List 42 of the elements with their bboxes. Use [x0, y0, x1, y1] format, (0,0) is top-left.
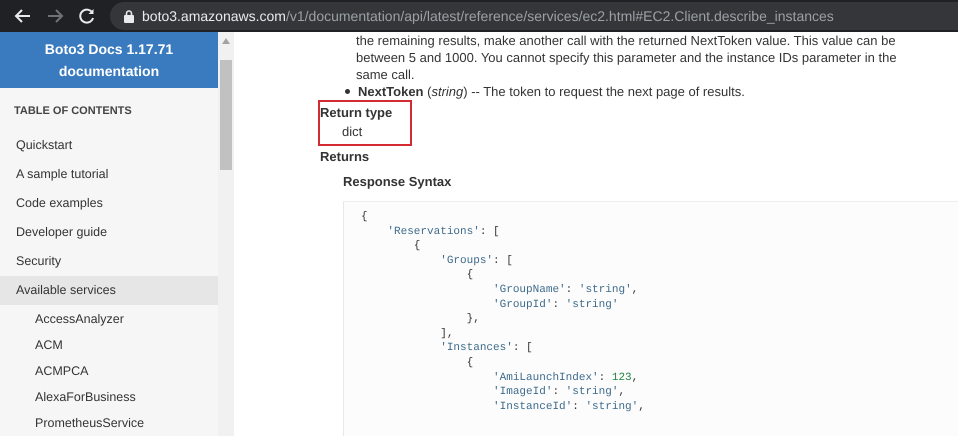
- scrollbar-thumb[interactable]: [220, 60, 232, 170]
- code-line: {: [412, 239, 422, 254]
- code-line: 'AmiLaunchIndex': 123,: [492, 370, 640, 386]
- toc-link[interactable]: Quickstart: [0, 131, 218, 160]
- return-type-label: Return type: [320, 104, 392, 122]
- code-line: 'InstanceId': 'string',: [492, 400, 646, 414]
- toc-link[interactable]: ACM: [0, 331, 218, 360]
- bullet-icon: [345, 89, 350, 94]
- forward-arrow-icon[interactable]: [46, 7, 64, 25]
- back-arrow-icon[interactable]: [14, 7, 32, 25]
- scroll-up-icon[interactable]: [222, 38, 230, 44]
- toc-link[interactable]: AccessAnalyzer: [0, 305, 218, 334]
- code-line: 'ImageId': 'string',: [492, 385, 626, 400]
- code-line: {: [466, 268, 474, 283]
- code-line: 'Groups': [: [439, 254, 514, 268]
- returns-label: Returns: [320, 148, 370, 166]
- code-line: {: [466, 356, 474, 371]
- toc-link[interactable]: Code examples: [0, 189, 218, 218]
- code-line: 'GroupName': 'string',: [492, 282, 640, 298]
- reload-icon[interactable]: [78, 7, 96, 25]
- toc-link[interactable]: PrometheusService: [0, 409, 218, 436]
- toc-link[interactable]: ACMPCA: [0, 357, 218, 386]
- response-syntax-heading: Response Syntax: [342, 173, 452, 191]
- code-line: 'GroupId': 'string': [492, 298, 620, 312]
- docs-title-banner[interactable]: Boto3 Docs 1.17.71 documentation: [0, 32, 218, 88]
- toc-heading: TABLE OF CONTENTS: [13, 104, 133, 119]
- code-line: 'Instances': [: [439, 341, 534, 356]
- parameter-description: the remaining results, make another call with the returned NextToken value. This value can be between 5 and 1000. You cannot specify this parameter and the instance IDs parameter in the same call.: [355, 32, 898, 83]
- toc-link[interactable]: Security: [0, 247, 218, 276]
- code-line: 'Reservations': [: [386, 224, 501, 240]
- code-line: ],: [439, 326, 454, 342]
- toc-link[interactable]: A sample tutorial: [0, 160, 218, 189]
- return-type-value: dict: [341, 123, 364, 141]
- code-line: },: [466, 312, 481, 327]
- parameter-entry: NextToken (string) -- The token to request the next page of results.: [358, 83, 745, 100]
- lock-icon: [124, 10, 134, 22]
- scrollbar[interactable]: [218, 32, 234, 436]
- toc-link[interactable]: AlexaForBusiness: [0, 383, 218, 412]
- toc-link[interactable]: Developer guide: [0, 218, 218, 247]
- address-bar[interactable]: boto3.amazonaws.com/v1/documentation/api/latest/reference/services/ec2.html#EC2.Client.describe_instances: [110, 2, 958, 30]
- toc-link[interactable]: Available services: [0, 276, 218, 305]
- code-line: {: [361, 210, 369, 225]
